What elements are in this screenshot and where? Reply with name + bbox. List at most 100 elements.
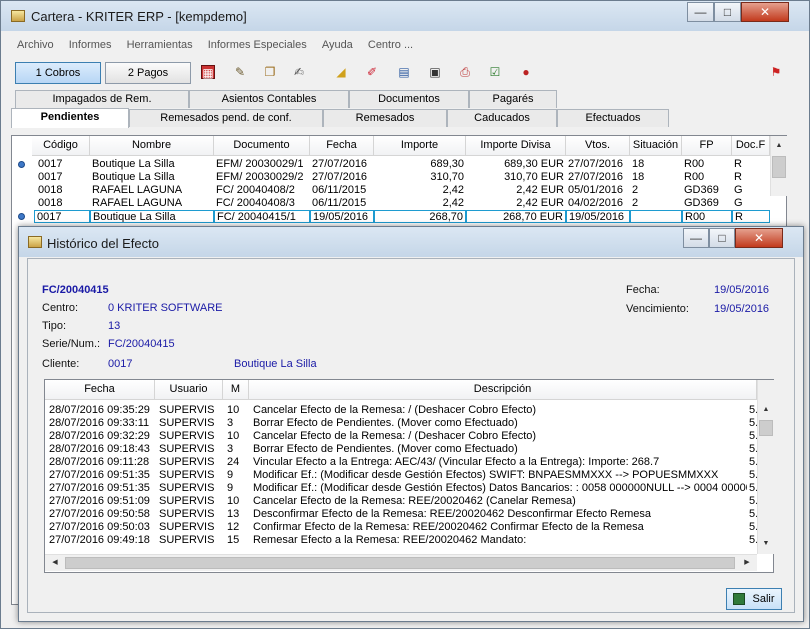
history-row[interactable]: 28/07/2016 09:35:29 SUPERVIS 10 Cancelar…: [45, 404, 757, 417]
history-row[interactable]: 28/07/2016 09:32:29 SUPERVIS 10 Cancelar…: [45, 430, 757, 443]
calculator-icon[interactable]: ▦: [201, 65, 215, 80]
menu-informes[interactable]: Informes: [69, 39, 112, 51]
new-document-icon[interactable]: ✎: [233, 65, 247, 79]
printer-icon[interactable]: ⎙: [458, 65, 472, 79]
cell-descripcion: Cancelar Efecto de la Remesa: / (Deshace…: [253, 430, 537, 442]
history-row[interactable]: 27/07/2016 09:49:18 SUPERVIS 15 Remesar …: [45, 534, 757, 547]
cell-importe-divisa: 310,70 EUR: [504, 171, 564, 183]
dialog-close-button[interactable]: ✕: [735, 228, 783, 248]
menu-archivo[interactable]: Archivo: [17, 39, 54, 51]
cell-fecha: 27/07/2016: [312, 171, 368, 183]
table-row[interactable]: 0017 Boutique La Silla EFM/ 20030029/2 2…: [12, 171, 770, 184]
salir-button[interactable]: Salir: [726, 588, 782, 610]
history-row[interactable]: 27/07/2016 09:51:35 SUPERVIS 9 Modificar…: [45, 482, 757, 495]
close-button[interactable]: ✕: [741, 2, 789, 22]
cobros-button[interactable]: 1 Cobros: [15, 62, 101, 84]
scroll-thumb[interactable]: [759, 420, 773, 436]
tab-pendientes[interactable]: Pendientes: [11, 108, 129, 128]
menu-centro[interactable]: Centro ...: [368, 39, 413, 51]
cell-usuario: SUPERVIS: [159, 443, 215, 455]
history-row[interactable]: 27/07/2016 09:51:09 SUPERVIS 10 Cancelar…: [45, 495, 757, 508]
col-header-fecha[interactable]: Fecha: [310, 136, 374, 156]
cell-docf: R: [732, 210, 770, 223]
main-titlebar[interactable]: Cartera - KRITER ERP - [kempdemo] — □ ✕: [1, 1, 809, 31]
table-row-selected[interactable]: 0017 Boutique La Silla FC/ 20040415/1 19…: [12, 210, 770, 224]
pagos-button[interactable]: 2 Pagos: [105, 62, 191, 84]
cell-fecha: 27/07/2016 09:51:35: [49, 469, 150, 481]
col-header-usuario[interactable]: Usuario: [155, 380, 223, 400]
menu-herramientas[interactable]: Herramientas: [127, 39, 193, 51]
table-row[interactable]: 0017 Boutique La Silla EFM/ 20030029/1 2…: [12, 158, 770, 171]
highlighter-icon[interactable]: ✐: [365, 65, 379, 79]
help-icon[interactable]: ⚑: [769, 65, 783, 79]
col-header-situacion[interactable]: Situación: [630, 136, 682, 156]
cell-fecha: 28/07/2016 09:18:43: [49, 443, 150, 455]
col-header-documento[interactable]: Documento: [214, 136, 310, 156]
cell-vtos: 04/02/2016: [568, 197, 624, 209]
edit-document-icon[interactable]: ✍: [292, 65, 306, 79]
col-header-fecha[interactable]: Fecha: [45, 380, 155, 400]
history-row[interactable]: 28/07/2016 09:18:43 SUPERVIS 3 Borrar Ef…: [45, 443, 757, 456]
toolbar: 1 Cobros 2 Pagos ▦ ✎ ❐ ✍ ◢ ✐ ▤ ▣ ⎙ ☑ ● ⚑: [9, 59, 801, 87]
tab-documentos[interactable]: Documentos: [349, 90, 469, 108]
serie-label: Serie/Num.:: [42, 338, 101, 350]
tab-caducados[interactable]: Caducados: [447, 109, 557, 127]
maximize-button[interactable]: □: [714, 2, 741, 22]
pin-icon[interactable]: ●: [519, 65, 533, 79]
cell-docf: G: [734, 197, 743, 209]
hscroll-thumb[interactable]: [65, 557, 735, 569]
table-row[interactable]: 0018 RAFAEL LAGUNA FC/ 20040408/2 06/11/…: [12, 184, 770, 197]
tab-efectuados[interactable]: Efectuados: [557, 109, 669, 127]
col-header-nombre[interactable]: Nombre: [90, 136, 214, 156]
eraser-icon[interactable]: ◢: [334, 65, 348, 79]
row-status-icon: [18, 213, 25, 220]
history-row[interactable]: 27/07/2016 09:51:35 SUPERVIS 9 Modificar…: [45, 469, 757, 482]
scroll-up-icon[interactable]: ▲: [758, 402, 774, 418]
col-header-importe[interactable]: Importe: [374, 136, 466, 156]
scroll-up-icon[interactable]: ▲: [771, 138, 787, 154]
menu-ayuda[interactable]: Ayuda: [322, 39, 353, 51]
minimize-button[interactable]: —: [687, 2, 714, 22]
dialog-minimize-button[interactable]: —: [683, 228, 709, 248]
history-row[interactable]: 27/07/2016 09:50:03 SUPERVIS 12 Confirma…: [45, 521, 757, 534]
tab-remesados-pend[interactable]: Remesados pend. de conf.: [129, 109, 323, 127]
cell-usuario: SUPERVIS: [159, 404, 215, 416]
form-icon[interactable]: ▣: [428, 65, 442, 79]
col-header-fp[interactable]: FP: [682, 136, 732, 156]
cell-fecha: 06/11/2015: [312, 197, 367, 209]
scroll-right-icon[interactable]: ▶: [739, 555, 755, 571]
col-header-descripcion[interactable]: Descripción: [249, 380, 757, 400]
scroll-thumb[interactable]: [772, 156, 786, 178]
col-header-vtos[interactable]: Vtos.: [566, 136, 630, 156]
scroll-left-icon[interactable]: ◀: [47, 555, 63, 571]
cell-codigo: 0018: [38, 197, 63, 209]
historico-dialog: Histórico del Efecto — □ ✕ FC/20040415 C…: [18, 226, 804, 622]
table-row[interactable]: 0018 RAFAEL LAGUNA FC/ 20040408/3 06/11/…: [12, 197, 770, 210]
calendar-icon[interactable]: ▤: [397, 65, 411, 79]
tab-impagados[interactable]: Impagados de Rem.: [15, 90, 189, 108]
history-vertical-scrollbar[interactable]: ▲ ▼: [757, 380, 774, 554]
menu-informes-especiales[interactable]: Informes Especiales: [208, 39, 307, 51]
cell-nombre: Boutique La Silla: [90, 210, 214, 223]
vencimiento-value: 19/05/2016: [714, 303, 770, 315]
cell-fecha: 27/07/2016: [312, 158, 368, 170]
history-row[interactable]: 27/07/2016 09:50:58 SUPERVIS 13 Desconfi…: [45, 508, 757, 521]
main-table-scrollbar[interactable]: ▲: [770, 136, 787, 196]
history-row[interactable]: 28/07/2016 09:33:11 SUPERVIS 3 Borrar Ef…: [45, 417, 757, 430]
open-folder-icon[interactable]: ❐: [263, 65, 277, 79]
col-header-docf[interactable]: Doc.F: [732, 136, 770, 156]
tab-pagares[interactable]: Pagarés: [469, 90, 557, 108]
centro-label: Centro:: [42, 302, 79, 314]
history-horizontal-scrollbar[interactable]: ◀ ▶: [45, 554, 757, 571]
col-header-codigo[interactable]: Código: [32, 136, 90, 156]
col-header-importe-divisa[interactable]: Importe Divisa: [466, 136, 566, 156]
col-header-m[interactable]: M: [223, 380, 249, 400]
dialog-maximize-button[interactable]: □: [709, 228, 735, 248]
checklist-icon[interactable]: ☑: [488, 65, 502, 79]
tab-remesados[interactable]: Remesados: [323, 109, 447, 127]
tab-asientos[interactable]: Asientos Contables: [189, 90, 349, 108]
cell-descripcion: Borrar Efecto de Pendientes. (Mover como…: [253, 443, 518, 455]
history-row[interactable]: 28/07/2016 09:11:28 SUPERVIS 24 Vincular…: [45, 456, 757, 469]
dialog-titlebar[interactable]: Histórico del Efecto — □ ✕: [19, 227, 803, 257]
scroll-down-icon[interactable]: ▼: [758, 536, 774, 552]
